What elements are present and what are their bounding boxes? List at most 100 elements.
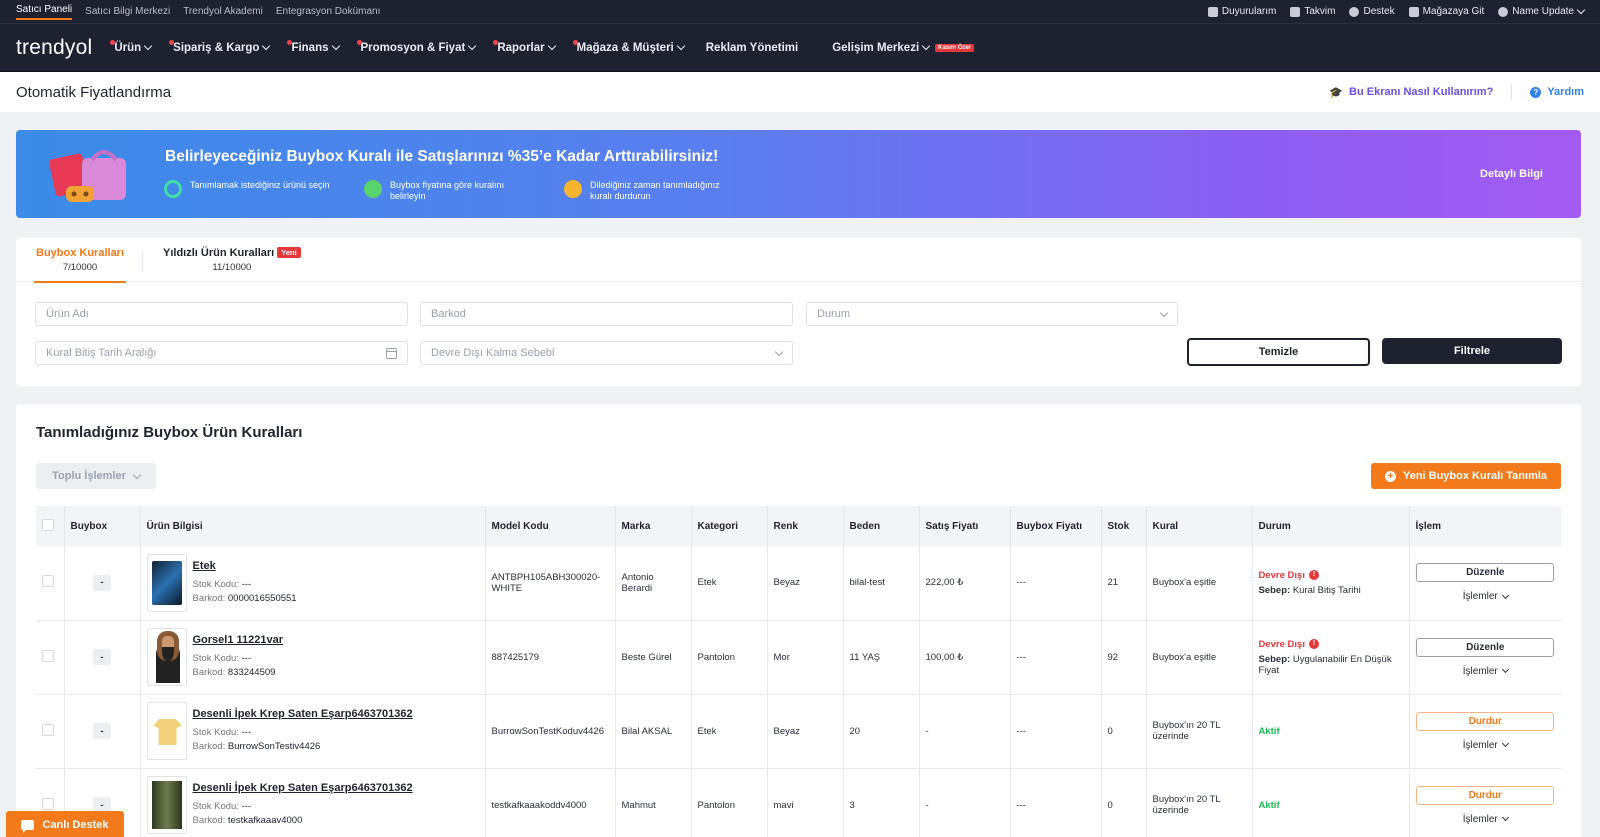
calendar-link[interactable]: Takvim (1290, 6, 1335, 17)
promo-banner: Belirleyeceğiniz Buybox Kuralı ile Satış… (16, 130, 1581, 218)
table-row: - Desenli İpek Krep Saten Eşarp646370136… (36, 694, 1561, 769)
chevron-down-icon (547, 41, 556, 51)
table-row: - Etek Stok Kodu: --- Barkod: 0000016550… (36, 546, 1561, 621)
buybox-indicator: - (93, 649, 111, 665)
nav-item-store-customer[interactable]: Mağaza & Müşteri (572, 39, 685, 54)
model-code: testkafkaaakoddv4000 (485, 768, 616, 837)
banner-step-define: Buybox fiyatına göre kuralını belirleyin (364, 180, 534, 202)
question-icon: ? (1530, 86, 1542, 98)
actions-dropdown[interactable]: İşlemler (1463, 591, 1509, 602)
product-name-input[interactable]: Ürün Adı (35, 302, 408, 326)
actions-dropdown[interactable]: İşlemler (1463, 666, 1509, 677)
stock: 0 (1101, 768, 1147, 837)
status-active: Aktif (1258, 725, 1280, 737)
status-active: Aktif (1258, 799, 1280, 811)
product-name-link[interactable]: Etek (193, 560, 297, 572)
search-icon (164, 180, 182, 198)
buybox-price: --- (1010, 620, 1102, 695)
brand: Beste Gürel (615, 620, 692, 695)
col-brand: Marka (615, 506, 692, 546)
end-date-range-input[interactable]: Kural Bitiş Tarih Aralığı (35, 341, 408, 365)
select-all-checkbox[interactable] (42, 518, 54, 531)
barcode-input[interactable]: Barkod (420, 302, 793, 326)
table-row: - Desenli İpek Krep Saten Eşarp646370136… (36, 768, 1561, 837)
top-link-info-center[interactable]: Satıcı Bilgi Merkezi (85, 6, 170, 17)
size: 11 YAŞ (843, 620, 920, 695)
disabled-reason-select[interactable]: Devre Dışı Kalma Sebebi (420, 341, 793, 365)
row-checkbox[interactable] (42, 723, 54, 736)
category: Etek (691, 546, 768, 621)
filter-button[interactable]: Filtrele (1382, 338, 1562, 364)
support-link[interactable]: Destek (1349, 6, 1395, 17)
nav-item-finance[interactable]: Finans (287, 39, 340, 54)
col-model-code: Model Kodu (485, 506, 616, 546)
chevron-down-icon (262, 41, 271, 51)
product-thumbnail[interactable] (146, 702, 187, 760)
details-link[interactable]: Detaylı Bilgi (1480, 168, 1543, 180)
help-link[interactable]: ? Yardım (1530, 86, 1584, 98)
nav-item-ads[interactable]: Reklam Yönetimi (706, 42, 798, 54)
actions-dropdown[interactable]: İşlemler (1463, 740, 1509, 751)
product-name-link[interactable]: Desenli İpek Krep Saten Eşarp6463701362 (193, 782, 413, 794)
row-checkbox[interactable] (42, 575, 54, 588)
edit-button[interactable]: Düzenle (1416, 637, 1555, 657)
status-disabled: Devre Dışı! (1259, 639, 1319, 650)
product-name-link[interactable]: Desenli İpek Krep Saten Eşarp6463701362 (193, 708, 413, 720)
tab-starred-rules[interactable]: Yıldızlı Ürün Kuralları Yeni 11/10000 (163, 247, 301, 273)
nav-item-promotion[interactable]: Promosyon & Fiyat (356, 39, 477, 54)
chevron-down-icon (1159, 308, 1169, 317)
status-cell: Aktif (1252, 768, 1410, 837)
product-name-link[interactable]: Gorsel1 11221var (193, 634, 284, 646)
col-stock: Stok (1101, 506, 1147, 546)
actions-dropdown[interactable]: İşlemler (1463, 813, 1509, 825)
color: mavi (767, 768, 844, 837)
buybox-indicator: - (93, 574, 111, 591)
status-select[interactable]: Durum (806, 302, 1178, 326)
nav-item-product[interactable]: Ürün (110, 39, 153, 54)
banner-step-select: Tanımlamak istediğiniz ürünü seçin (164, 180, 334, 202)
stock: 0 (1101, 694, 1147, 769)
announcements-link[interactable]: Duyurularım (1207, 6, 1276, 17)
product-thumbnail[interactable] (146, 553, 187, 612)
buybox-indicator: - (93, 723, 111, 739)
chevron-down-icon (1501, 813, 1509, 822)
top-link-seller-panel[interactable]: Satıcı Paneli (16, 4, 73, 20)
row-checkbox[interactable] (42, 797, 54, 810)
status-cell: Aktif (1252, 694, 1410, 769)
product-barcode: Barkod: testkafkaaav4000 (192, 815, 303, 826)
product-stock-code: Stok Kodu: --- (192, 801, 252, 812)
table-row: - Gorsel1 11221var Stok Kodu: --- Barkod… (36, 620, 1561, 695)
tab-buybox-rules[interactable]: Buybox Kuralları 7/10000 (33, 247, 127, 283)
store-link[interactable]: Mağazaya Git (1408, 6, 1484, 17)
product-thumbnail[interactable] (146, 628, 187, 686)
product-stock-code: Stok Kodu: --- (192, 653, 252, 664)
sale-price: - (919, 694, 1011, 769)
color: Beyaz (767, 546, 844, 621)
clear-button[interactable]: Temizle (1187, 338, 1370, 366)
col-product-info: Ürün Bilgisi (140, 506, 486, 546)
product-barcode: Barkod: 833244509 (192, 667, 276, 678)
nav-item-growth[interactable]: Gelişim Merkezi Kasım Özel (832, 42, 974, 54)
stop-button[interactable]: Durdur (1416, 711, 1555, 731)
howto-link[interactable]: 🎓 Bu Ekranı Nasıl Kullanırım? (1329, 86, 1493, 99)
user-menu[interactable]: Name Update (1498, 5, 1586, 17)
edit-button[interactable]: Düzenle (1416, 563, 1555, 583)
bulk-actions-dropdown[interactable]: Toplu İşlemler (36, 463, 156, 489)
stop-button[interactable]: Durdur (1416, 785, 1555, 805)
nav-item-orders[interactable]: Sipariş & Kargo (169, 39, 271, 54)
product-thumbnail[interactable] (146, 776, 187, 834)
row-checkbox[interactable] (42, 649, 54, 662)
chevron-down-icon (774, 347, 784, 356)
live-support-button[interactable]: Canlı Destek (6, 811, 124, 837)
top-link-academy[interactable]: Trendyol Akademi (183, 6, 263, 17)
logo[interactable]: trendyol (16, 36, 92, 60)
top-link-integration[interactable]: Entegrasyon Dokümanı (276, 6, 381, 17)
col-rule: Kural (1146, 506, 1253, 546)
product-stock-code: Stok Kodu: --- (192, 578, 252, 590)
main-nav: trendyol Ürün Sipariş & Kargo Finans Pro… (0, 24, 1600, 72)
graduation-cap-icon: 🎓 (1329, 86, 1344, 99)
col-buybox: Buybox (64, 506, 141, 546)
nav-item-reports[interactable]: Raporlar (493, 39, 556, 54)
buybox-price: --- (1010, 694, 1102, 769)
new-rule-button[interactable]: + Yeni Buybox Kuralı Tanımla (1371, 463, 1561, 489)
